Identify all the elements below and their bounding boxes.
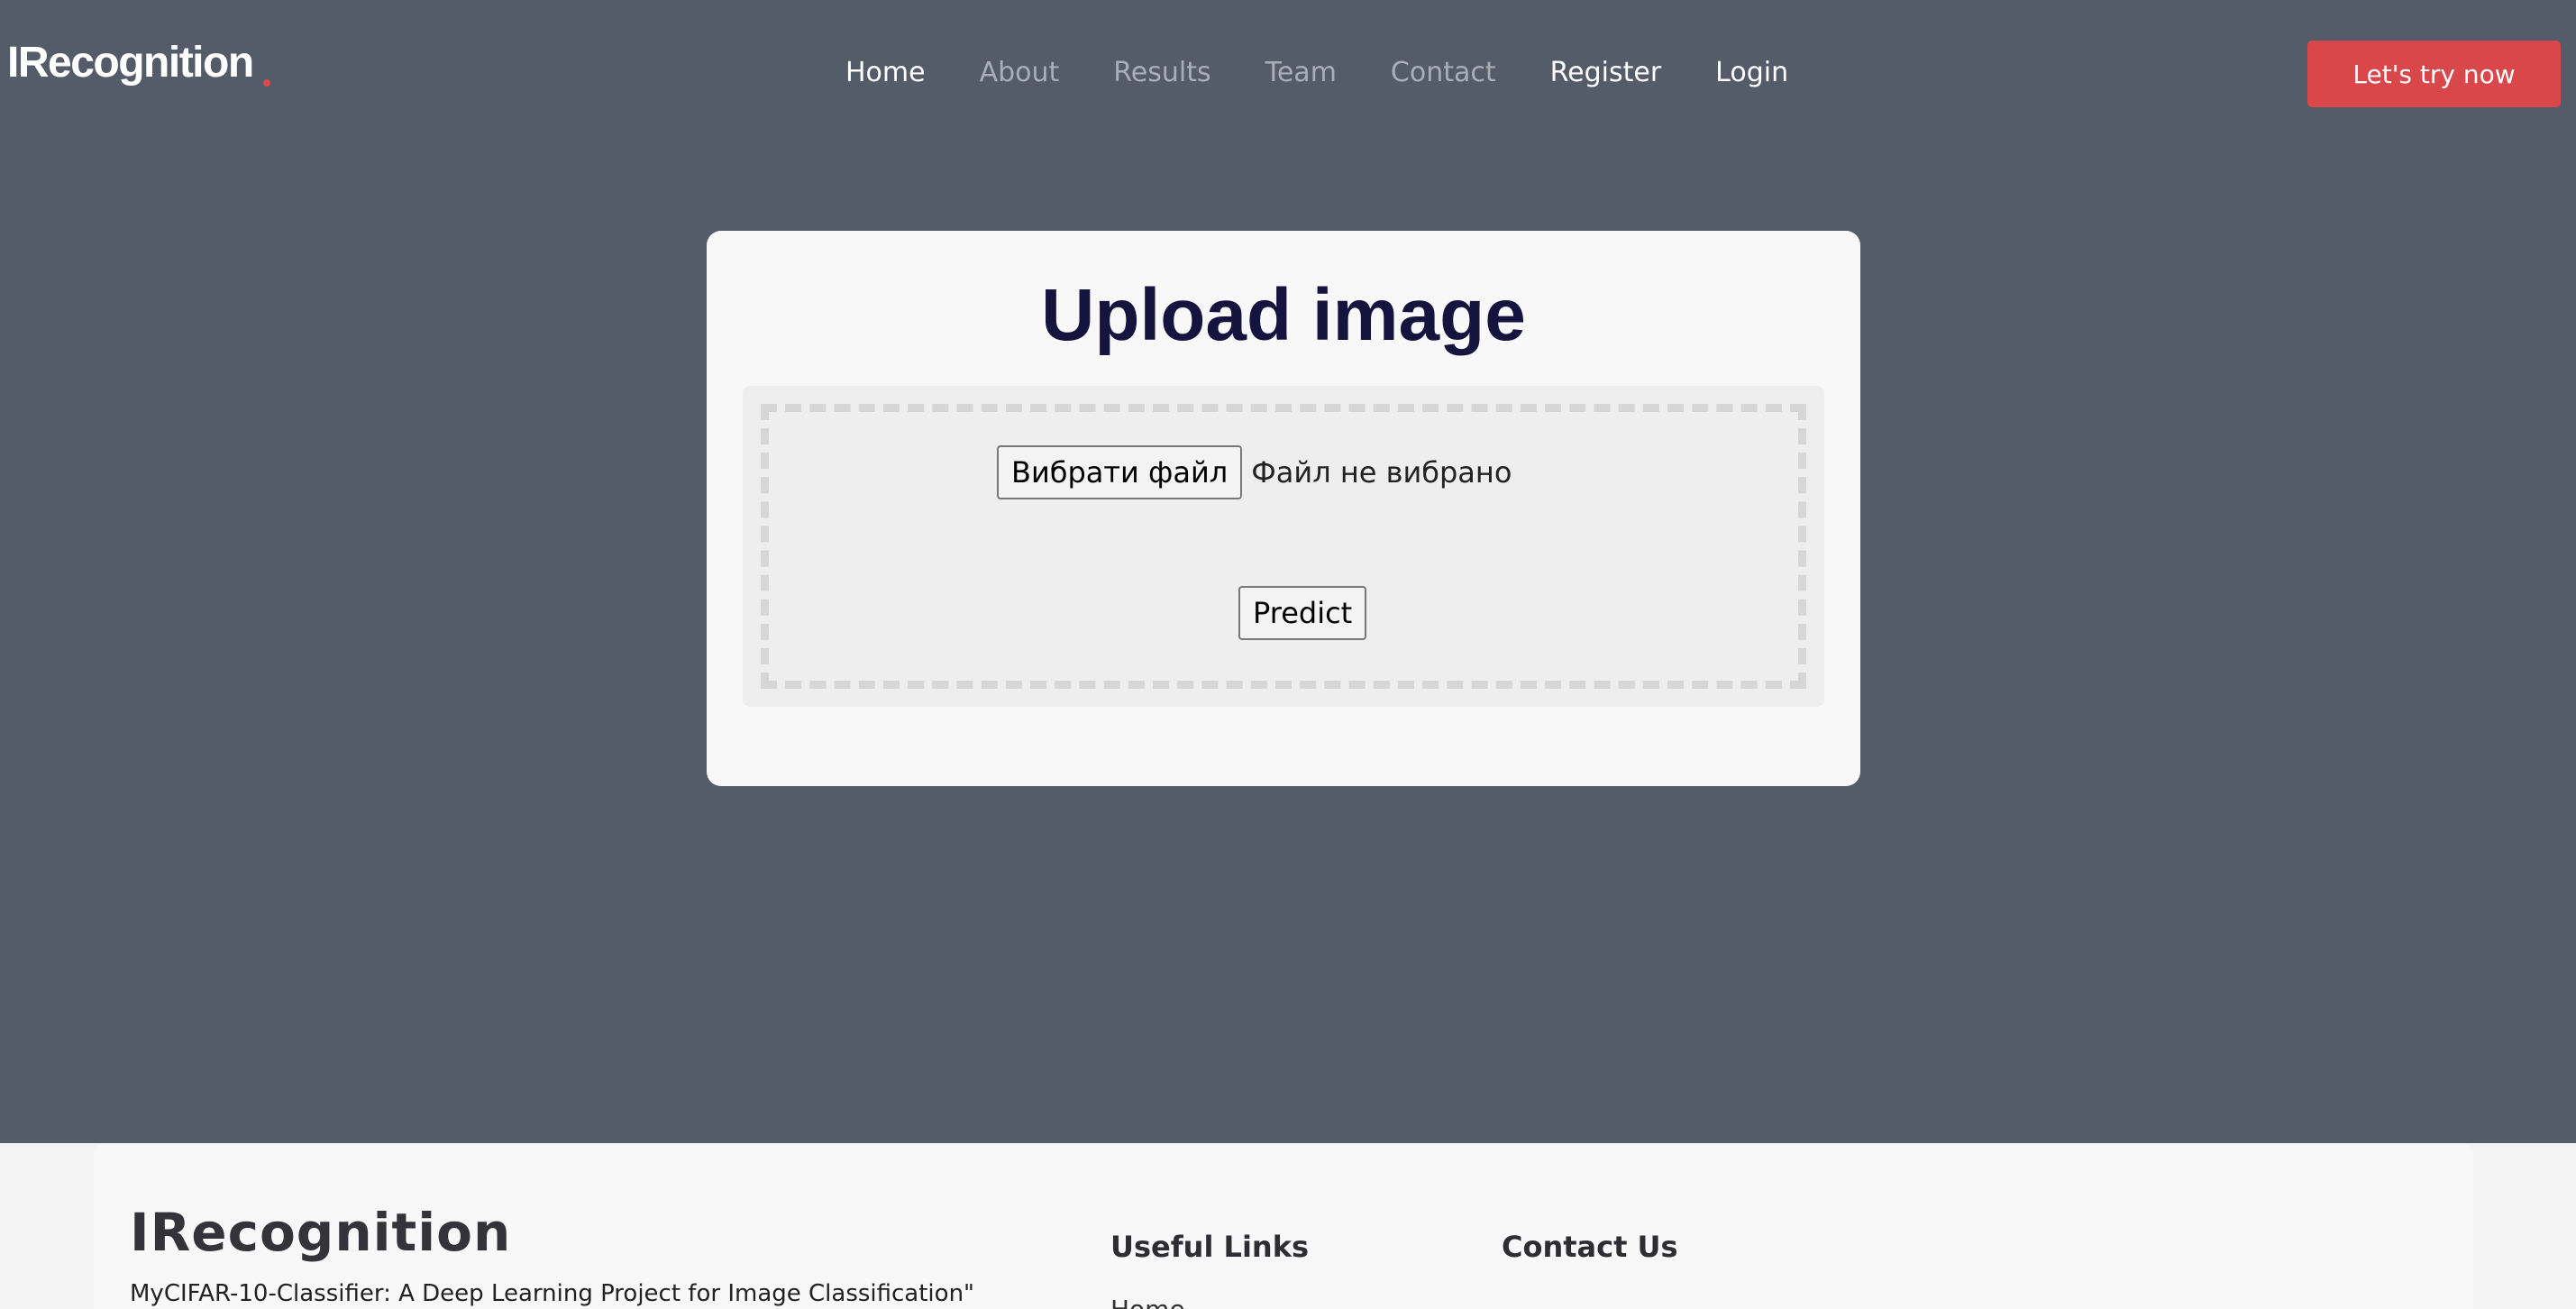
nav-home[interactable]: Home	[845, 52, 926, 94]
site-footer: IRecognition MyCIFAR-10-Classifier: A De…	[94, 1145, 2473, 1309]
nav-team[interactable]: Team	[1265, 52, 1337, 94]
main-nav: Home About Results Team Contact Register…	[845, 52, 1788, 94]
site-header: IRecognition Home About Results Team Con…	[0, 0, 2576, 144]
footer-link-home[interactable]: Home	[1110, 1295, 1185, 1309]
nav-contact[interactable]: Contact	[1391, 52, 1496, 94]
upload-title: Upload image	[1041, 274, 1526, 356]
contact-heading: Contact Us	[1502, 1230, 1678, 1264]
logo-dot-icon	[263, 79, 270, 87]
upload-dropzone[interactable]: Вибрати файл Файл не вибрано Predict	[743, 386, 1824, 707]
nav-results[interactable]: Results	[1113, 52, 1210, 94]
upload-card: Upload image Вибрати файл Файл не вибран…	[707, 231, 1860, 786]
footer-description: MyCIFAR-10-Classifier: A Deep Learning P…	[130, 1280, 975, 1307]
file-status-text: Файл не вибрано	[1251, 455, 1512, 490]
try-now-button[interactable]: Let's try now	[2307, 41, 2561, 107]
predict-button[interactable]: Predict	[1238, 586, 1367, 640]
nav-login[interactable]: Login	[1715, 52, 1788, 94]
nav-about[interactable]: About	[980, 52, 1060, 94]
nav-register[interactable]: Register	[1550, 52, 1662, 94]
file-input: Вибрати файл Файл не вибрано	[997, 445, 1512, 499]
footer-brand: IRecognition	[130, 1202, 512, 1263]
useful-links-heading: Useful Links	[1110, 1230, 1310, 1264]
logo[interactable]: IRecognition	[7, 36, 254, 90]
choose-file-button[interactable]: Вибрати файл	[997, 445, 1243, 499]
